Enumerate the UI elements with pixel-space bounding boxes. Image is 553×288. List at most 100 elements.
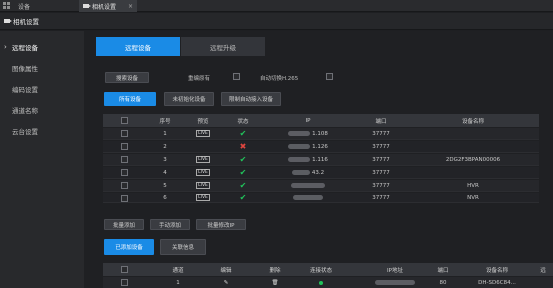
device-name bbox=[428, 141, 518, 152]
filter-all-devices[interactable]: 所有设备 bbox=[104, 92, 156, 106]
device-name bbox=[428, 128, 518, 139]
device-name: HVR bbox=[467, 182, 479, 189]
col-header: 删除 bbox=[269, 267, 281, 274]
redacted-ip bbox=[288, 157, 311, 162]
live-badge[interactable]: LIVE bbox=[196, 182, 210, 189]
camera-icon bbox=[83, 4, 91, 8]
row-number: 4 bbox=[163, 169, 167, 176]
redacted-ip bbox=[288, 131, 311, 136]
row-checkbox[interactable] bbox=[121, 195, 128, 202]
col-header: 通道 bbox=[172, 267, 184, 274]
live-badge[interactable]: LIVE bbox=[196, 169, 210, 176]
ip-address: 43.2 bbox=[311, 169, 325, 176]
row-number: 3 bbox=[163, 156, 167, 163]
row-number: 5 bbox=[163, 182, 167, 189]
tab-devices[interactable]: 设备 bbox=[14, 0, 78, 12]
col-header: 端口 bbox=[375, 118, 387, 125]
live-badge[interactable]: LIVE bbox=[196, 194, 210, 201]
ip-address: 1.126 bbox=[312, 143, 328, 150]
table-row[interactable]: 3 LIVE ✔ 1.116 37777 2DG2F3BPAN00006 bbox=[103, 154, 539, 166]
sidebar-item-remote-devices[interactable]: › 远程设备 bbox=[0, 37, 84, 57]
ip-address: 1.116 bbox=[312, 156, 328, 163]
tab-camera-settings[interactable]: 相机设置 × bbox=[79, 0, 137, 12]
status-ok-icon: ✔ bbox=[239, 181, 247, 190]
tab-remote-upgrade[interactable]: 远程升级 bbox=[181, 37, 265, 56]
chevron-right-icon: › bbox=[4, 43, 7, 51]
tab-association-info[interactable]: 关联信息 bbox=[160, 239, 206, 255]
table-row[interactable]: 2 ✖ 1.126 37777 bbox=[103, 141, 539, 153]
status-error-icon: ✖ bbox=[239, 142, 247, 151]
row-number: 6 bbox=[163, 194, 167, 201]
filter-restricted[interactable]: 限制自动接入设备 bbox=[221, 92, 281, 106]
row-checkbox[interactable] bbox=[121, 143, 128, 150]
sidebar-item-label: 通道名称 bbox=[12, 107, 38, 115]
row-checkbox[interactable] bbox=[121, 182, 128, 189]
redacted-ip bbox=[288, 144, 311, 149]
option-checkbox-2[interactable] bbox=[326, 73, 333, 80]
sidebar-item-image-properties[interactable]: 图像属性 bbox=[0, 58, 84, 78]
grid-menu-icon[interactable] bbox=[3, 2, 11, 10]
sidebar: › 远程设备 图像属性 编码设置 通道名称 云台设置 bbox=[0, 31, 84, 288]
trash-icon[interactable]: 🗑 bbox=[260, 277, 290, 288]
status-ok-icon: ✔ bbox=[239, 168, 247, 177]
tab-added-devices[interactable]: 已添加设备 bbox=[104, 239, 154, 255]
port: 80 bbox=[439, 279, 447, 286]
port: 37777 bbox=[372, 182, 390, 189]
redacted-ip bbox=[291, 170, 310, 175]
col-header: 远 bbox=[540, 267, 546, 274]
table-row[interactable]: 5 LIVE ✔ 37777 HVR bbox=[103, 180, 539, 192]
sidebar-item-encoding[interactable]: 编码设置 bbox=[0, 79, 84, 99]
port: 37777 bbox=[372, 143, 390, 150]
ip-address: 1.108 bbox=[312, 130, 328, 137]
option-label-1: 重编原有 bbox=[188, 76, 211, 82]
col-header: 预览 bbox=[197, 118, 209, 125]
col-header: 状态 bbox=[237, 118, 249, 125]
table-row[interactable]: 4 LIVE ✔ 43.2 37777 bbox=[103, 167, 539, 179]
edit-icon[interactable]: ✎ bbox=[211, 277, 241, 288]
status-ok-icon: ✔ bbox=[239, 155, 247, 164]
device-name: 2DG2F3BPAN00006 bbox=[445, 156, 501, 163]
tab-camera-settings-label: 相机设置 bbox=[92, 3, 117, 11]
col-header: 连接状态 bbox=[309, 267, 332, 274]
select-all-checkbox[interactable] bbox=[121, 266, 128, 273]
status-ok-icon: ✔ bbox=[239, 193, 247, 202]
sidebar-item-ptz[interactable]: 云台设置 bbox=[0, 121, 84, 141]
col-header: 端口 bbox=[437, 267, 449, 274]
page-title: 相机设置 bbox=[13, 18, 39, 26]
table-header: 序号 预览 状态 IP 端口 设备名称 bbox=[103, 114, 539, 127]
tab-remote-devices[interactable]: 远程设备 bbox=[96, 37, 180, 56]
port: 37777 bbox=[372, 156, 390, 163]
sidebar-item-label: 图像属性 bbox=[12, 65, 38, 73]
row-checkbox[interactable] bbox=[121, 156, 128, 163]
added-table-row[interactable]: 1 ✎ 🗑 80 DH-SD6C84... bbox=[103, 277, 553, 288]
col-header: 序号 bbox=[159, 118, 171, 125]
port: 37777 bbox=[372, 194, 390, 201]
select-all-checkbox[interactable] bbox=[121, 117, 128, 124]
sidebar-item-label: 编码设置 bbox=[12, 86, 38, 94]
row-checkbox[interactable] bbox=[121, 279, 128, 286]
col-header: 编辑 bbox=[220, 267, 232, 274]
batch-add-button[interactable]: 批量添加 bbox=[104, 219, 144, 230]
row-checkbox[interactable] bbox=[121, 169, 128, 176]
channel: 1 bbox=[176, 279, 180, 286]
device-name bbox=[428, 167, 518, 178]
batch-modify-ip-button[interactable]: 批量修改IP bbox=[196, 219, 246, 230]
table-row[interactable]: 1 LIVE ✔ 1.108 37777 bbox=[103, 128, 539, 140]
row-checkbox[interactable] bbox=[121, 130, 128, 137]
row-number: 1 bbox=[163, 130, 167, 137]
port: 37777 bbox=[372, 130, 390, 137]
search-devices-button[interactable]: 搜索设备 bbox=[105, 72, 149, 83]
row-number: 2 bbox=[163, 143, 167, 150]
sidebar-item-channel-name[interactable]: 通道名称 bbox=[0, 100, 84, 120]
option-checkbox-1[interactable] bbox=[233, 73, 240, 80]
table-row[interactable]: 6 LIVE ✔ 37777 NVR bbox=[103, 193, 539, 203]
filter-uninitialized[interactable]: 未初始化设备 bbox=[164, 92, 214, 106]
close-icon[interactable]: × bbox=[128, 3, 133, 10]
sidebar-item-label: 云台设置 bbox=[12, 128, 38, 136]
manual-add-button[interactable]: 手动添加 bbox=[150, 219, 190, 230]
redacted-ip bbox=[375, 280, 415, 285]
live-badge[interactable]: LIVE bbox=[196, 130, 210, 137]
status-dot-icon bbox=[319, 280, 323, 285]
live-badge[interactable]: LIVE bbox=[196, 156, 210, 163]
device-name: DH-SD6C84... bbox=[478, 279, 516, 286]
